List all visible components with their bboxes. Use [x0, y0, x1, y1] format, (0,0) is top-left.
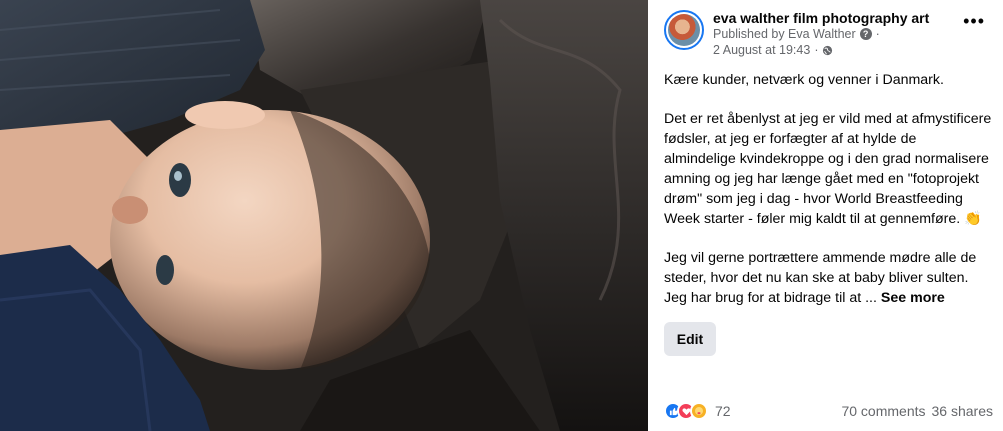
- paragraph-1: Kære kunder, netværk og venner i Danmark…: [664, 72, 944, 88]
- reaction-count: 72: [715, 403, 731, 419]
- post-header: eva walther film photography art Publish…: [664, 10, 989, 66]
- paragraph-3: Jeg vil gerne portrættere ammende mødre …: [664, 248, 992, 308]
- globe-icon: [823, 45, 833, 55]
- photo-image: [0, 0, 648, 431]
- published-by-row: Published by Eva Walther ? ·: [713, 26, 989, 42]
- page-avatar[interactable]: [664, 10, 704, 50]
- help-icon[interactable]: ?: [859, 28, 872, 40]
- post-text: Kære kunder, netværk og venner i Danmark…: [664, 70, 992, 308]
- published-by-text: Published by Eva Walther: [713, 27, 856, 41]
- separator-dot: ·: [814, 43, 819, 57]
- edit-button[interactable]: Edit: [664, 322, 716, 356]
- post-meta: eva walther film photography art Publish…: [713, 10, 989, 58]
- date-row: 2 August at 19:43 ·: [713, 42, 989, 58]
- post-viewer: eva walther film photography art Publish…: [0, 0, 1003, 431]
- care-icon: [690, 402, 708, 420]
- engagement-bar: 72 70 comments 36 shares: [664, 402, 993, 420]
- paragraph-2-text: Det er ret åbenlyst at jeg er vild med a…: [664, 111, 992, 227]
- separator-dot: ·: [875, 27, 880, 41]
- more-options-icon[interactable]: •••: [963, 12, 985, 30]
- post-photo[interactable]: [0, 0, 648, 431]
- page-name-link[interactable]: eva walther film photography art: [713, 10, 989, 26]
- engagement-stats: 70 comments 36 shares: [841, 403, 993, 419]
- clap-emoji-icon: 👏: [964, 211, 982, 227]
- post-details: eva walther film photography art Publish…: [648, 0, 1003, 431]
- reactions[interactable]: 72: [664, 402, 731, 420]
- comments-count-link[interactable]: 70 comments: [841, 403, 925, 419]
- paragraph-2: Det er ret åbenlyst at jeg er vild med a…: [664, 109, 992, 229]
- post-date[interactable]: 2 August at 19:43: [713, 42, 810, 58]
- see-more-link[interactable]: See more: [881, 290, 945, 306]
- shares-count-link[interactable]: 36 shares: [932, 403, 993, 419]
